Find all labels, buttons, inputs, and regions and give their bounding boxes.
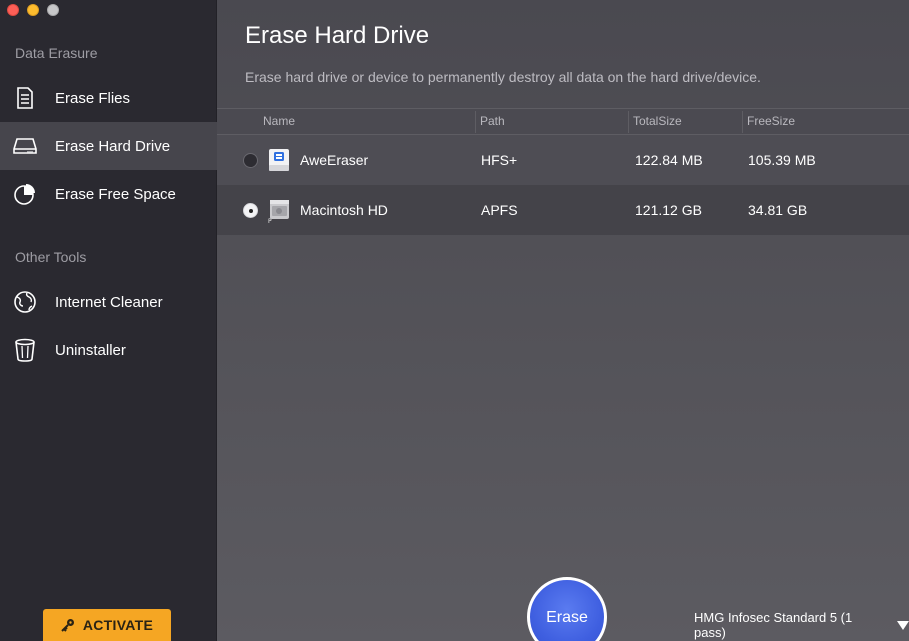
internal-disk-icon: P [268, 197, 290, 225]
sidebar-item-label: Internet Cleaner [55, 293, 163, 311]
table-header: Name Path TotalSize FreeSize [217, 108, 909, 135]
page-title: Erase Hard Drive [245, 22, 430, 49]
close-window-button[interactable] [7, 4, 19, 16]
drive-name: Macintosh HD [300, 202, 388, 218]
section-title-data-erasure: Data Erasure [15, 45, 98, 61]
column-header-totalsize[interactable]: TotalSize [633, 114, 682, 128]
drive-name: AweEraser [300, 152, 369, 168]
table-row[interactable]: AweEraser HFS+ 122.84 MB 105.39 MB [217, 135, 909, 185]
drive-radio[interactable] [243, 203, 258, 218]
drive-total-size: 121.12 GB [635, 202, 702, 218]
column-header-freesize[interactable]: FreeSize [747, 114, 795, 128]
sidebar-item-label: Erase Free Space [55, 185, 176, 203]
app-window: Data Erasure Erase Flies Erase Hard Driv… [0, 0, 909, 641]
sidebar-item-label: Erase Flies [55, 89, 131, 107]
window-controls [7, 4, 59, 16]
column-divider [628, 111, 629, 133]
sidebar: Data Erasure Erase Flies Erase Hard Driv… [0, 0, 217, 641]
sidebar-item-label: Uninstaller [55, 341, 126, 359]
drive-path: APFS [481, 202, 518, 218]
drive-free-size: 105.39 MB [748, 152, 816, 168]
sidebar-item-uninstaller[interactable]: Uninstaller [0, 326, 217, 374]
trash-icon [12, 337, 38, 363]
table-row[interactable]: P Macintosh HD APFS 121.12 GB 34.81 GB [217, 185, 909, 235]
zoom-window-button[interactable] [47, 4, 59, 16]
sidebar-item-erase-files[interactable]: Erase Flies [0, 74, 217, 122]
column-header-path[interactable]: Path [480, 114, 505, 128]
minimize-window-button[interactable] [27, 4, 39, 16]
column-divider [475, 111, 476, 133]
hard-drive-icon [12, 133, 38, 159]
chevron-down-icon [897, 620, 909, 630]
column-divider [742, 111, 743, 133]
erase-label: Erase [546, 609, 588, 626]
sidebar-item-internet-cleaner[interactable]: Internet Cleaner [0, 278, 217, 326]
activate-button[interactable]: ACTIVATE [43, 609, 171, 641]
erase-button[interactable]: Erase [527, 577, 607, 641]
page-description: Erase hard drive or device to permanentl… [245, 69, 761, 85]
sidebar-item-erase-hard-drive[interactable]: Erase Hard Drive [0, 122, 217, 170]
key-icon [61, 618, 75, 632]
activate-label: ACTIVATE [82, 617, 154, 633]
drive-radio[interactable] [243, 153, 258, 168]
erase-method-dropdown[interactable]: HMG Infosec Standard 5 (1 pass) [694, 610, 909, 640]
drive-table: Name Path TotalSize FreeSize AweEraser H… [217, 108, 909, 235]
drive-path: HFS+ [481, 152, 518, 168]
svg-text:P: P [268, 218, 272, 223]
sidebar-item-erase-free-space[interactable]: Erase Free Space [0, 170, 217, 218]
globe-icon [12, 289, 38, 315]
drive-free-size: 34.81 GB [748, 202, 808, 218]
usb-drive-icon [268, 147, 290, 173]
erase-method-label: HMG Infosec Standard 5 (1 pass) [694, 610, 853, 640]
pie-chart-icon [12, 181, 38, 207]
section-title-other-tools: Other Tools [15, 249, 87, 265]
document-icon [12, 85, 38, 111]
column-header-name[interactable]: Name [263, 114, 295, 128]
sidebar-item-label: Erase Hard Drive [55, 137, 171, 155]
main-panel: Erase Hard Drive Erase hard drive or dev… [217, 0, 909, 641]
drive-total-size: 122.84 MB [635, 152, 703, 168]
